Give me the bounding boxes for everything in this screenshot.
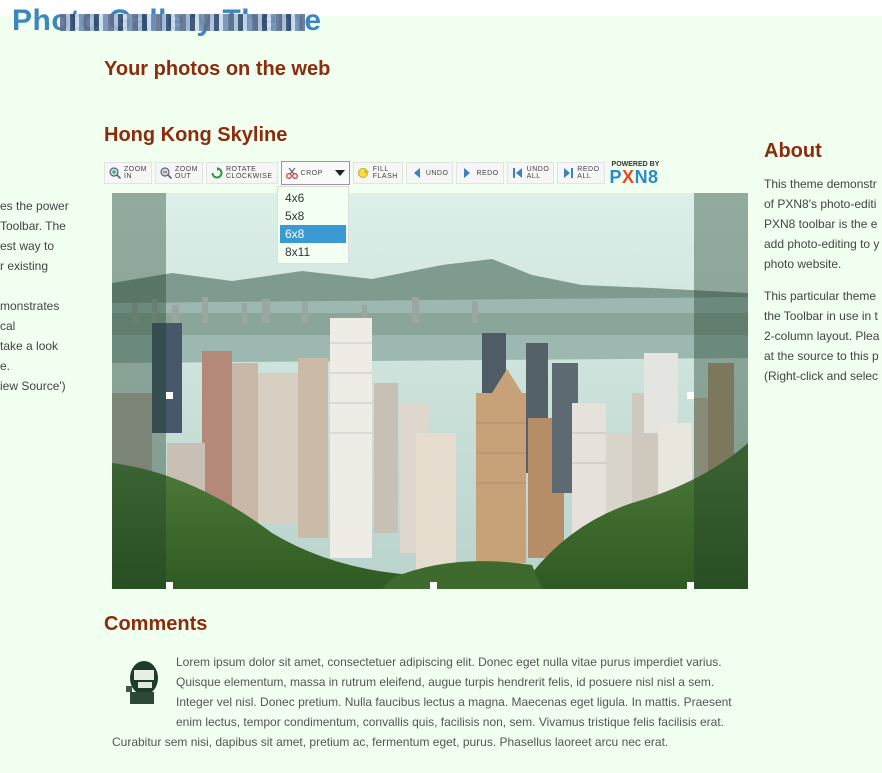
about-line: the Toolbar in use in t: [764, 309, 878, 323]
about-sidebar: About This theme demonstr of PXN8's phot…: [764, 140, 882, 386]
redo-all-button[interactable]: REDO ALL: [557, 162, 605, 184]
about-paragraph: This theme demonstr of PXN8's photo-edit…: [764, 174, 882, 274]
crop-option-5x8[interactable]: 5x8: [280, 207, 346, 225]
comments-heading: Comments: [104, 613, 208, 635]
about-line: photo website.: [764, 257, 842, 271]
crop-size-menu: 4x6 5x8 6x8 8x11: [277, 186, 349, 264]
crop-mask-right: [694, 193, 748, 589]
about-line: PXN8 toolbar is the e: [764, 217, 878, 231]
about-line: 2-column layout. Plea: [764, 329, 880, 343]
comment-line: Lorem ipsum dolor sit amet, consectetuer…: [176, 655, 722, 669]
site-title-render-artifact: [60, 14, 305, 31]
comment-line: Curabitur sem nisi, dapibus sit amet, pr…: [112, 735, 669, 749]
redo-all-icon: [562, 167, 574, 179]
left-sidebar-text: es the power Toolbar. The est way to r e…: [0, 196, 69, 396]
comment-body: Lorem ipsum dolor sit amet, consectetuer…: [112, 652, 752, 752]
crop-mask-left: [112, 193, 166, 589]
rotate-clockwise-icon: [211, 167, 223, 179]
zoom-in-label: ZOOM IN: [124, 166, 147, 180]
crop-icon: [285, 167, 298, 179]
crop-handle-bottom[interactable]: [430, 582, 437, 589]
crop-handle-left[interactable]: [166, 392, 173, 399]
photo-title: Hong Kong Skyline: [104, 124, 288, 146]
crop-option-8x11[interactable]: 8x11: [280, 243, 346, 261]
left-sidebar-line: monstrates: [0, 299, 60, 313]
left-sidebar-line: iew Source'): [0, 379, 66, 393]
rotate-clockwise-label: ROTATE CLOCKWISE: [226, 166, 273, 180]
left-sidebar-line: [0, 276, 69, 296]
pxn8-toolbar: ZOOM IN ZOOM OUT ROTATE CLOCKWISE CROP F…: [104, 160, 659, 186]
crop-option-4x6[interactable]: 4x6: [280, 189, 346, 207]
rotate-clockwise-button[interactable]: ROTATE CLOCKWISE: [206, 162, 278, 184]
about-line: add photo-editing to y: [764, 237, 880, 251]
fill-flash-label: FILL FLASH: [372, 166, 398, 180]
redo-label: REDO: [476, 169, 499, 177]
left-sidebar-line: e.: [0, 359, 11, 373]
undo-icon: [411, 167, 423, 179]
crop-handle-bottom-right[interactable]: [687, 582, 694, 589]
pxn8-logo: PXN8: [609, 167, 659, 187]
redo-icon: [461, 167, 473, 179]
chevron-down-icon: [334, 170, 345, 176]
left-sidebar-line: Toolbar. The: [0, 219, 66, 233]
about-heading: About: [764, 140, 822, 162]
crop-handle-right[interactable]: [687, 392, 694, 399]
about-line: This particular theme: [764, 289, 877, 303]
powered-by-pxn8-logo[interactable]: POWERED BY PXN8: [609, 161, 660, 187]
comment-line: Quisque elementum, massa in rutrum eleif…: [176, 675, 715, 689]
left-sidebar-line: es the power: [0, 199, 69, 213]
crop-label: CROP: [300, 169, 323, 177]
about-line: at the source to this p: [764, 349, 879, 363]
crop-option-6x8[interactable]: 6x8: [280, 225, 346, 243]
zoom-in-button[interactable]: ZOOM IN: [104, 162, 152, 184]
comment-line: Integer vel nisl. Donec pretium. Nulla f…: [176, 695, 732, 709]
zoom-out-label: ZOOM OUT: [175, 166, 198, 180]
commenter-avatar: [122, 656, 162, 706]
left-sidebar-line: r existing: [0, 259, 49, 273]
left-sidebar-line: est way to: [0, 239, 55, 253]
about-line: This theme demonstr: [764, 177, 877, 191]
redo-button[interactable]: REDO: [456, 162, 504, 184]
comment-line: enim lectus, tempor condimentum, convall…: [176, 715, 724, 729]
undo-all-icon: [512, 167, 524, 179]
photo-canvas[interactable]: [112, 193, 748, 589]
about-line: (Right-click and selec: [764, 369, 879, 383]
crop-handle-bottom-left[interactable]: [166, 582, 173, 589]
undo-label: UNDO: [425, 169, 449, 177]
undo-button[interactable]: UNDO: [405, 162, 454, 184]
left-sidebar-line: cal: [0, 319, 16, 333]
about-paragraph: This particular theme the Toolbar in use…: [764, 286, 882, 386]
about-line: of PXN8's photo-editi: [764, 197, 877, 211]
hong-kong-skyline-photo: [112, 193, 748, 589]
fill-flash-icon: [357, 167, 370, 179]
site-tagline: Your photos on the web: [104, 58, 331, 80]
fill-flash-button[interactable]: FILL FLASH: [352, 162, 403, 184]
zoom-out-button[interactable]: ZOOM OUT: [155, 162, 203, 184]
undo-all-button[interactable]: UNDO ALL: [506, 162, 555, 184]
zoom-out-icon: [160, 167, 173, 180]
zoom-in-icon: [109, 167, 122, 180]
undo-all-label: UNDO ALL: [526, 166, 550, 180]
left-sidebar-line: take a look: [0, 339, 59, 353]
redo-all-label: REDO ALL: [577, 166, 600, 180]
crop-dropdown-button[interactable]: CROP: [280, 161, 350, 185]
